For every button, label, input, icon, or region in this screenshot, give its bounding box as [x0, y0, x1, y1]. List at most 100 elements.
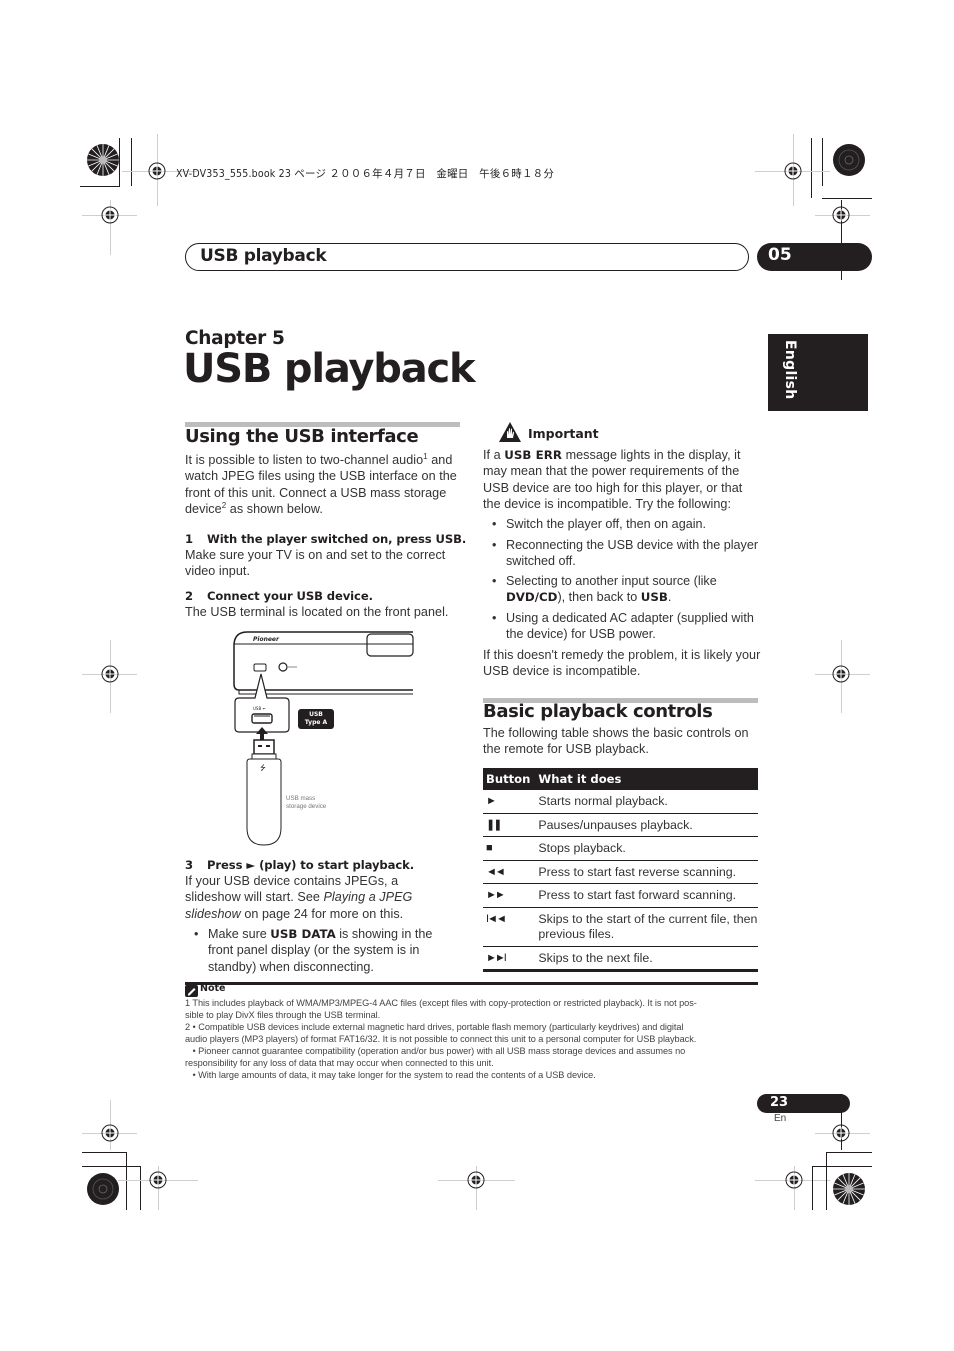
important-outro: If this doesn't remedy the problem, it i…	[483, 648, 761, 679]
registration-starburst-icon	[87, 1173, 119, 1205]
bullet-dot: •	[492, 574, 497, 588]
crosshair-mark-icon	[467, 1171, 485, 1189]
bullet-text: ), then back to	[557, 590, 641, 605]
step-title-text: Connect your USB device.	[207, 589, 373, 603]
footnote-line: • Pioneer cannot guarantee compatibility…	[185, 1046, 686, 1056]
action-cell: Press to start fast reverse scanning.	[530, 860, 758, 884]
crosshair-mark-icon	[101, 1124, 119, 1142]
table-row: ►►I Skips to the next file.	[483, 946, 758, 972]
step-title-text: Press ► (play) to start playback.	[207, 858, 415, 872]
chapter-number: 05	[768, 245, 792, 265]
page-title: USB playback	[183, 346, 476, 392]
bullet-dot: •	[492, 538, 497, 552]
section-title: USB playback	[200, 246, 327, 266]
crosshair-mark-icon	[832, 206, 850, 224]
note-title: Note	[200, 983, 226, 994]
section-header: USB playback	[185, 243, 749, 271]
bullet-text: Switch the player off, then on again.	[506, 517, 706, 531]
usb-symbol-icon: ⭍	[260, 764, 266, 772]
language-label: English	[782, 340, 798, 400]
bullet-text: .	[667, 590, 672, 605]
crosshair-mark-icon	[148, 162, 166, 180]
important-bullet: • Selecting to another input source (like…	[492, 573, 761, 606]
svg-text:USB ⭠: USB ⭠	[253, 706, 266, 711]
usb-type-a-badge: USB Type A	[298, 709, 334, 729]
crosshair-mark-icon	[101, 665, 119, 683]
important-intro: If a USB ERR message lights in the displ…	[483, 447, 761, 512]
important-bullet: • Switch the player off, then on again.	[492, 516, 761, 532]
dvd-cd-label: DVD/CD	[506, 590, 558, 605]
heading-using-usb-interface: Using the USB interface	[185, 426, 419, 447]
table-row: ◄◄ Press to start fast reverse scanning.	[483, 860, 758, 884]
registration-starburst-icon	[833, 1173, 865, 1205]
usb-connection-diagram: Pioneer USB ⭠ ⭍	[233, 631, 414, 846]
footnote-line: 1 This includes playback of WMA/MP3/MPEG…	[185, 998, 697, 1008]
usb-stick-connector	[253, 739, 275, 755]
chapter-number-badge: 05	[757, 243, 872, 271]
usb-label: USB	[640, 590, 668, 605]
label-line: storage device	[286, 803, 327, 810]
bullet-text: Using a dedicated AC adapter (supplied w…	[506, 611, 754, 642]
print-slug: XV-DV353_555.book 23 ページ ２００６年４月７日 金曜日 午…	[176, 168, 555, 180]
page-number: 23	[770, 1095, 789, 1110]
footnote-line: sible to play DivX files through the USB…	[185, 1010, 381, 1020]
badge-line: USB	[309, 711, 323, 718]
action-cell: Starts normal playback.	[530, 790, 758, 814]
front-usb-port	[253, 663, 267, 672]
skip-previous-icon: I◄◄	[483, 907, 531, 947]
disc-tray	[366, 633, 414, 657]
registration-starburst-icon	[833, 144, 865, 176]
step-1-body: Make sure your TV is on and set to the c…	[185, 548, 446, 579]
action-cell: Stops playback.	[530, 836, 758, 861]
bullet-text: Make sure	[208, 927, 271, 941]
action-cell: Skips to the start of the current file, …	[530, 907, 758, 947]
playback-controls-table: Button What it does ► Starts normal play…	[483, 768, 758, 972]
bullet-usb-data: • Make sure USB DATA is showing in the f…	[194, 926, 458, 975]
note-rule	[185, 982, 758, 985]
column-header-action: What it does	[530, 768, 758, 790]
action-cell: Skips to the next file.	[530, 946, 758, 972]
step-number: 2	[185, 589, 193, 603]
crosshair-mark-icon	[832, 1124, 850, 1142]
usb-device-label: USB mass storage device	[286, 795, 326, 811]
crosshair-mark-icon	[149, 1171, 167, 1189]
play-icon: ►	[483, 790, 531, 814]
registration-starburst-icon	[87, 144, 119, 176]
bullet-dot: •	[492, 517, 497, 531]
step-body-text: on page 24 for more on this.	[240, 906, 404, 921]
bullet-text: Reconnecting the USB device with the pla…	[506, 538, 759, 569]
crosshair-mark-icon	[785, 1171, 803, 1189]
intro-text: If a	[483, 448, 505, 462]
table-row: ■ Stops playback.	[483, 836, 758, 861]
table-row: ►► Press to start fast forward scanning.	[483, 883, 758, 908]
step-1-title: 1 With the player switched on, press USB.	[185, 532, 466, 546]
pause-icon: ❚❚	[483, 813, 531, 837]
table-row: ❚❚ Pauses/unpauses playback.	[483, 813, 758, 837]
controls-intro: The following table shows the basic cont…	[483, 726, 749, 757]
page-number-badge: 23	[757, 1094, 850, 1113]
intro-text: It is possible to listen to two-channel …	[185, 453, 424, 467]
bullet-dot: •	[492, 611, 497, 625]
brand-logo: Pioneer	[253, 636, 280, 643]
action-cell: Press to start fast forward scanning.	[530, 883, 758, 908]
usb-err-label: USB ERR	[504, 448, 563, 462]
table-row: ► Starts normal playback.	[483, 790, 758, 814]
table-row: I◄◄ Skips to the start of the current fi…	[483, 907, 758, 947]
important-title: Important	[528, 426, 599, 441]
badge-line: Type A	[304, 719, 328, 726]
stop-icon: ■	[483, 836, 531, 861]
footnote-line: responsibility for any loss of data that…	[185, 1058, 494, 1068]
note-pencil-icon	[185, 985, 198, 997]
footnote-line: audio players (MP3 players) of format FA…	[185, 1034, 697, 1044]
important-bullet: • Using a dedicated AC adapter (supplied …	[492, 610, 761, 643]
crosshair-mark-icon	[101, 206, 119, 224]
step-number: 1	[185, 532, 193, 546]
important-bullet: • Reconnecting the USB device with the pl…	[492, 537, 761, 570]
intro-paragraph: It is possible to listen to two-channel …	[185, 452, 465, 517]
step-title-text: With the player switched on, press USB.	[207, 532, 467, 546]
intro-text: as shown below.	[226, 501, 323, 516]
step-2-title: 2 Connect your USB device.	[185, 589, 373, 603]
crosshair-mark-icon	[784, 162, 802, 180]
footnote-ref-1[interactable]: 1	[423, 452, 428, 461]
step-3-body: If your USB device contains JPEGs, a sli…	[185, 873, 455, 922]
